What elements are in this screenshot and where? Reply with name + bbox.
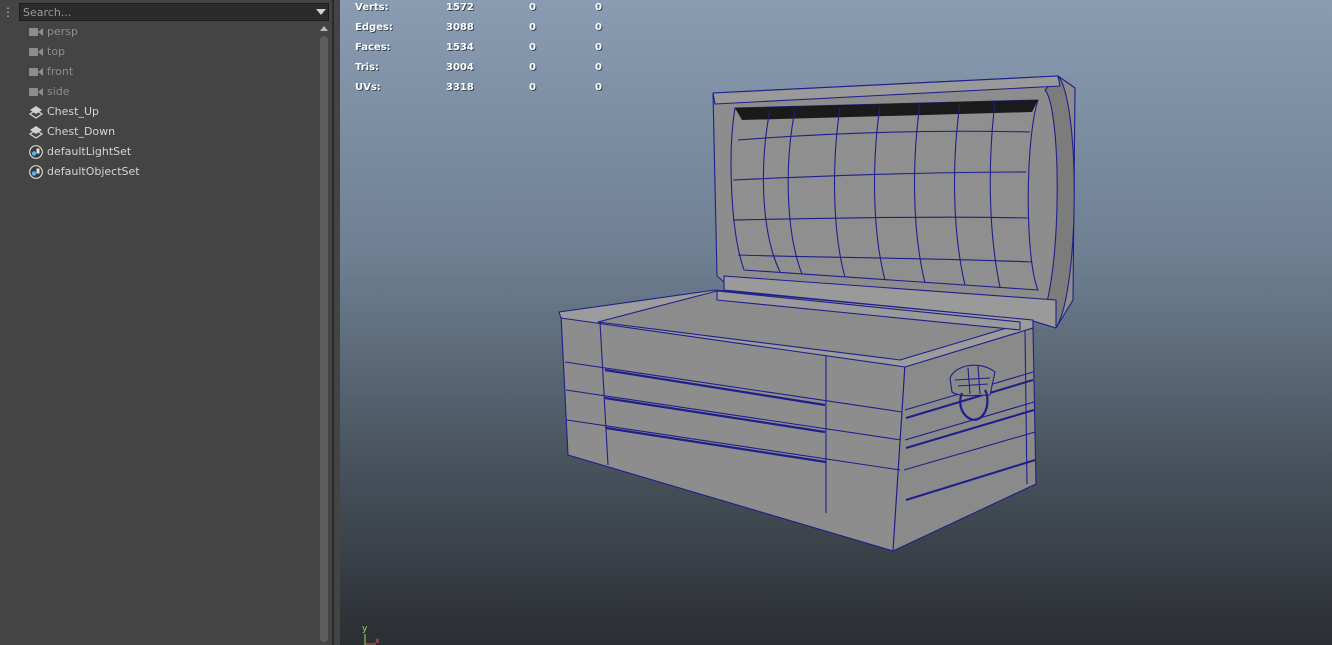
viewport-3d[interactable]: Verts: 1572 0 0 Edges: 3088 0 0 Faces: 1…: [340, 0, 1332, 645]
outliner-item-label: front: [47, 65, 74, 78]
hud-row-faces: Faces: 1534 0 0: [355, 42, 655, 62]
hud-value: 0: [595, 82, 602, 93]
outliner-item-side[interactable]: side: [0, 82, 318, 102]
outliner-item-default-object-set[interactable]: defaultObjectSet: [0, 162, 318, 182]
hud-value: 0: [595, 42, 602, 53]
scrollbar-thumb[interactable]: [320, 36, 328, 642]
outliner-item-label: Chest_Down: [47, 125, 116, 138]
outliner-item-label: top: [47, 45, 66, 58]
axis-x-label: x: [375, 636, 380, 645]
search-input[interactable]: [20, 4, 310, 20]
axis-y-label: y: [362, 624, 368, 634]
filter-icon[interactable]: ⋮: [0, 3, 16, 21]
hud-value: 0: [595, 62, 602, 73]
outliner-item-label: Chest_Up: [47, 105, 99, 118]
outliner-item-chest-up[interactable]: Chest_Up: [0, 102, 318, 122]
hud-value: 0: [529, 2, 536, 13]
hud-value: 0: [529, 42, 536, 53]
outliner-item-label: defaultLightSet: [47, 145, 132, 158]
hud-value: 3088: [446, 22, 474, 33]
hud-value: 0: [595, 22, 602, 33]
hud-value: 3004: [446, 62, 474, 73]
scroll-up-arrow-icon[interactable]: [320, 26, 328, 31]
outliner-item-persp[interactable]: persp: [0, 22, 318, 42]
transform-icon: [28, 126, 44, 139]
hud-row-verts: Verts: 1572 0 0: [355, 2, 655, 22]
search-field[interactable]: [19, 3, 329, 21]
camera-icon: [29, 48, 43, 56]
hud-value: 1534: [446, 42, 474, 53]
hud-row-edges: Edges: 3088 0 0: [355, 22, 655, 42]
search-dropdown-icon[interactable]: [316, 9, 326, 15]
outliner-panel: ⋮ persp top front: [0, 0, 334, 645]
camera-icon: [29, 28, 43, 36]
outliner-item-chest-down[interactable]: Chest_Down: [0, 122, 318, 142]
set-icon: [29, 165, 43, 179]
hud-label: Tris:: [355, 62, 380, 73]
hud-value: 0: [529, 82, 536, 93]
camera-icon: [29, 68, 43, 76]
chest-handle: [949, 364, 996, 397]
hud-value: 3318: [446, 82, 474, 93]
outliner-item-label: defaultObjectSet: [47, 165, 140, 178]
outliner-item-label: persp: [47, 25, 78, 38]
hud-label: Faces:: [355, 42, 391, 53]
outliner-item-top[interactable]: top: [0, 42, 318, 62]
outliner-item-default-light-set[interactable]: defaultLightSet: [0, 142, 318, 162]
hud-label: UVs:: [355, 82, 381, 93]
hud-label: Verts:: [355, 2, 389, 13]
hud-value: 0: [529, 22, 536, 33]
outliner-item-front[interactable]: front: [0, 62, 318, 82]
hud-value: 1572: [446, 2, 474, 13]
hud-value: 0: [529, 62, 536, 73]
hud-row-tris: Tris: 3004 0 0: [355, 62, 655, 82]
view-axis-indicator: y x: [358, 622, 388, 645]
poly-count-hud: Verts: 1572 0 0 Edges: 3088 0 0 Faces: 1…: [355, 2, 655, 102]
hud-label: Edges:: [355, 22, 393, 33]
transform-icon: [28, 106, 44, 119]
outliner-list: persp top front side Chest_Up Chest_Down…: [0, 22, 318, 182]
hud-row-uvs: UVs: 3318 0 0: [355, 82, 655, 102]
hud-value: 0: [595, 2, 602, 13]
outliner-scrollbar[interactable]: [318, 24, 330, 644]
outliner-item-label: side: [47, 85, 70, 98]
camera-icon: [29, 88, 43, 96]
set-icon: [29, 145, 43, 159]
